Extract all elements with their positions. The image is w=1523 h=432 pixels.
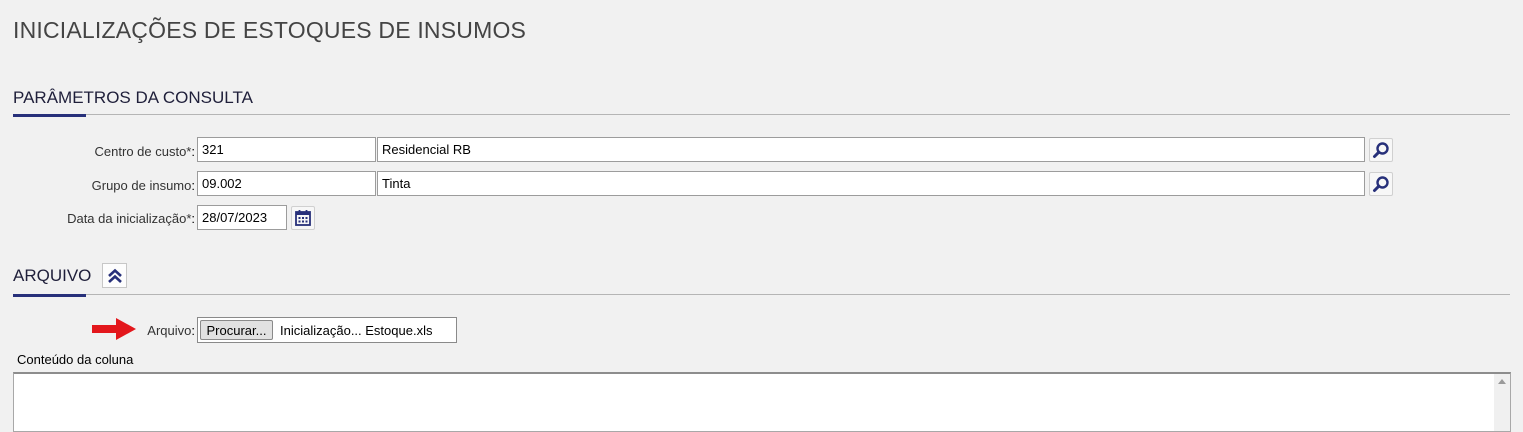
conteudo-label: Conteúdo da coluna [17,352,134,367]
scroll-up-arrow-icon[interactable] [1498,379,1506,384]
calendar-button[interactable] [291,206,315,230]
arquivo-section-accent [13,294,86,297]
browse-button[interactable]: Procurar... [200,320,273,340]
calendar-icon [295,210,311,226]
page-title: INICIALIZAÇÕES DE ESTOQUES DE INSUMOS [13,17,527,43]
arquivo-collapse-button[interactable] [102,263,127,288]
centro-custo-search-button[interactable] [1369,138,1393,162]
arquivo-section-divider [13,294,1510,295]
centro-custo-code-input[interactable]: 321 [197,137,376,162]
file-upload-input[interactable]: Procurar... Inicialização... Estoque.xls [197,317,457,343]
data-inicializacao-label: Data da inicialização*: [67,211,195,226]
grupo-insumo-label: Grupo de insumo: [91,178,195,193]
conteudo-textarea[interactable] [13,372,1511,432]
textarea-scrollbar[interactable] [1494,374,1510,431]
arquivo-label: Arquivo: [147,323,195,338]
search-icon [1373,142,1389,158]
grupo-insumo-description-input[interactable]: Tinta [377,171,1365,196]
params-section-title: PARÂMETROS DA CONSULTA [13,88,253,107]
double-chevron-up-icon [107,268,122,283]
params-section-accent [13,114,86,117]
data-inicializacao-input[interactable]: 28/07/2023 [197,205,287,230]
grupo-insumo-code-input[interactable]: 09.002 [197,171,376,196]
grupo-insumo-search-button[interactable] [1369,172,1393,196]
centro-custo-label: Centro de custo*: [94,144,195,159]
arquivo-section-title: ARQUIVO [13,266,92,285]
search-icon [1373,176,1389,192]
centro-custo-description-input[interactable]: Residencial RB [377,137,1365,162]
selected-file-name: Inicialização... Estoque.xls [280,323,433,338]
params-section-divider [13,114,1510,115]
